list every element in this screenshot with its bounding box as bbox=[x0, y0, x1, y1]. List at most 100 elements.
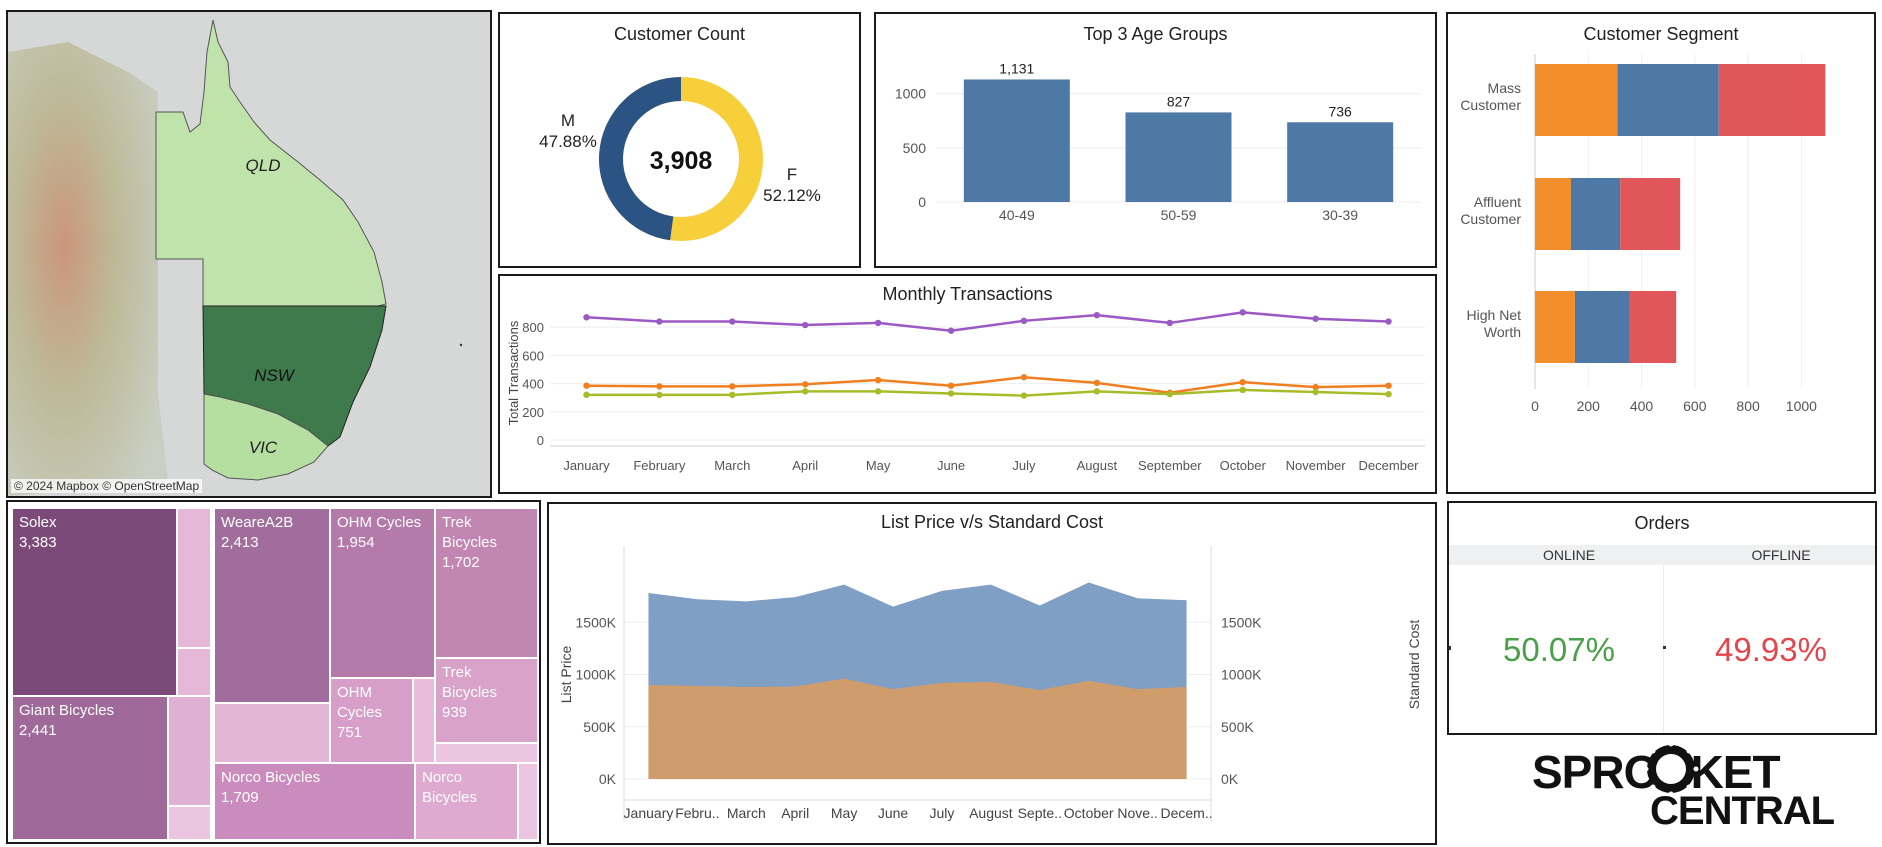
data-point bbox=[1020, 392, 1028, 399]
data-point bbox=[729, 391, 736, 399]
data-point bbox=[1093, 311, 1101, 319]
x-tick-label: 0 bbox=[1531, 398, 1539, 414]
data-point bbox=[1020, 317, 1028, 325]
y-tick-label: 0 bbox=[918, 194, 926, 210]
female-percent: 52.12% bbox=[763, 186, 821, 205]
treemap-tile[interactable] bbox=[168, 806, 211, 840]
segment-bar bbox=[1535, 64, 1618, 136]
x-tick-label: February bbox=[633, 458, 686, 473]
bar-value-label: 736 bbox=[1328, 103, 1352, 119]
treemap-tile-trek[interactable]: Trek Bicycles 1,702 bbox=[435, 508, 538, 658]
data-point bbox=[802, 381, 809, 388]
tile-label: WeareA2B bbox=[221, 514, 294, 531]
treemap-tile-norco-2[interactable]: Norco Bicycles bbox=[415, 763, 518, 840]
x-tick-label: May bbox=[831, 805, 857, 821]
data-point bbox=[1239, 309, 1246, 316]
segment-bar bbox=[1620, 178, 1681, 250]
x-tick-label: August bbox=[969, 805, 1013, 821]
data-point bbox=[583, 314, 590, 321]
age-groups-chart: 0 500 1000 1,131 40-49 827 50-59 736 30-39 bbox=[895, 60, 1421, 223]
data-point bbox=[947, 327, 955, 334]
data-point bbox=[802, 321, 809, 329]
tile-label: Giant Bicycles bbox=[19, 702, 115, 719]
treemap-tile[interactable] bbox=[435, 743, 538, 763]
area-series bbox=[648, 678, 1187, 779]
tile-label: OHM Cycles bbox=[337, 514, 422, 531]
series-line bbox=[586, 388, 1389, 397]
tile-value: 3,383 bbox=[19, 534, 57, 551]
treemap-tile[interactable] bbox=[168, 696, 211, 806]
map-label-nsw: NSW bbox=[254, 366, 296, 385]
y-tick-label: 1000K bbox=[576, 667, 617, 683]
age-groups-panel[interactable]: Top 3 Age Groups 0 500 1000 1,131 40-49 827 50… bbox=[874, 12, 1437, 268]
map-panel[interactable]: QLD NSW VIC © 2024 Mapbox © OpenStreetMa… bbox=[6, 10, 492, 498]
sprocket-tooth bbox=[1643, 766, 1649, 772]
x-tick-label: October bbox=[1064, 805, 1114, 821]
data-point bbox=[656, 383, 663, 390]
y-tick-label: 0 bbox=[537, 433, 544, 448]
sprocket-hole bbox=[1656, 754, 1686, 784]
monthly-transactions-panel[interactable]: Monthly Transactions 0 200 400 600 800 Total … bbox=[498, 274, 1437, 494]
treemap-tile-norco[interactable]: Norco Bicycles 1,709 bbox=[214, 763, 415, 840]
bar-value-label: 1,131 bbox=[999, 60, 1034, 76]
x-tick-label: 200 bbox=[1577, 398, 1601, 414]
category-label: Worth bbox=[1484, 324, 1521, 340]
data-point bbox=[1166, 390, 1173, 398]
category-label: Customer bbox=[1460, 97, 1521, 113]
data-point bbox=[729, 318, 736, 325]
y-tick-label: 500 bbox=[903, 140, 927, 156]
orders-marker-mid bbox=[1663, 646, 1666, 649]
sprocket-central-logo: SPROCKET CENTRAL bbox=[1532, 741, 1835, 840]
treemap-tile-solex[interactable]: Solex 3,383 bbox=[12, 508, 177, 696]
treemap-tile[interactable] bbox=[177, 508, 211, 648]
data-point bbox=[583, 391, 590, 399]
sprocket-tooth bbox=[1650, 748, 1656, 754]
offline-value: 49.93% bbox=[1715, 631, 1827, 668]
data-point bbox=[656, 318, 663, 325]
treemap-tile[interactable] bbox=[177, 648, 211, 696]
customer-segment-panel[interactable]: Customer Segment 0 200 400 600 800 1000 Mass Cu… bbox=[1446, 12, 1876, 494]
male-percent: 47.88% bbox=[539, 132, 597, 151]
orders-panel[interactable]: Orders ONLINE OFFLINE 50.07% 49.93% bbox=[1447, 501, 1877, 735]
bar-value-label: 827 bbox=[1167, 93, 1191, 109]
data-point bbox=[1166, 319, 1173, 327]
y-tick-label: 400 bbox=[522, 377, 544, 392]
tile-value: 1,954 bbox=[337, 534, 375, 551]
treemap-tile-ohm-751[interactable]: OHM Cycles 751 bbox=[330, 678, 413, 763]
x-tick-label: September bbox=[1138, 458, 1202, 473]
data-point bbox=[583, 382, 590, 389]
brands-treemap-panel[interactable]: Solex 3,383 Giant Bicycles 2,441 WeareA2… bbox=[6, 500, 541, 844]
customer-count-panel[interactable]: Customer Count 3,908 M 47.88% F 52.12% bbox=[498, 12, 861, 268]
treemap-tile-trek-939[interactable]: Trek Bicycles 939 bbox=[435, 658, 538, 743]
tile-value: 2,413 bbox=[221, 534, 259, 551]
treemap-tile-ohm[interactable]: OHM Cycles 1,954 bbox=[330, 508, 435, 678]
treemap-tile-giant[interactable]: Giant Bicycles 2,441 bbox=[12, 696, 168, 840]
map-attribution[interactable]: © 2024 Mapbox © OpenStreetMap bbox=[11, 479, 203, 493]
y2-tick-label: 0K bbox=[1221, 771, 1239, 787]
treemap-tile-wearea2b[interactable]: WeareA2B 2,413 bbox=[214, 508, 330, 703]
y-tick-label: 500K bbox=[583, 719, 616, 735]
y-axis-label: List Price bbox=[558, 646, 574, 704]
category-label: Affluent bbox=[1474, 194, 1521, 210]
australia-map[interactable]: QLD NSW VIC bbox=[8, 12, 490, 496]
treemap-tile[interactable] bbox=[214, 703, 330, 763]
data-point bbox=[947, 382, 955, 389]
data-point bbox=[1312, 315, 1319, 322]
data-point bbox=[1239, 378, 1246, 386]
tile-value: 939 bbox=[442, 704, 468, 721]
female-label: F bbox=[787, 165, 797, 184]
customer-segment-chart: 0 200 400 600 800 1000MassCustomerAffluentCus… bbox=[1460, 54, 1826, 414]
data-point bbox=[1385, 390, 1392, 398]
y-tick-label: 800 bbox=[522, 320, 544, 335]
tile-label: OHM Cycles bbox=[337, 684, 383, 721]
x-tick-label: November bbox=[1286, 458, 1347, 473]
x-tick-label: March bbox=[714, 458, 750, 473]
data-point bbox=[1385, 382, 1392, 389]
segment-bar bbox=[1617, 64, 1719, 136]
treemap-tile[interactable] bbox=[518, 763, 538, 840]
treemap-tile[interactable] bbox=[413, 678, 435, 763]
x-tick-label: January bbox=[624, 805, 674, 821]
list-price-panel[interactable]: List Price v/s Standard Cost 0K 0K 500K 500… bbox=[547, 502, 1437, 845]
offline-header: OFFLINE bbox=[1751, 547, 1811, 563]
online-header: ONLINE bbox=[1542, 547, 1596, 563]
